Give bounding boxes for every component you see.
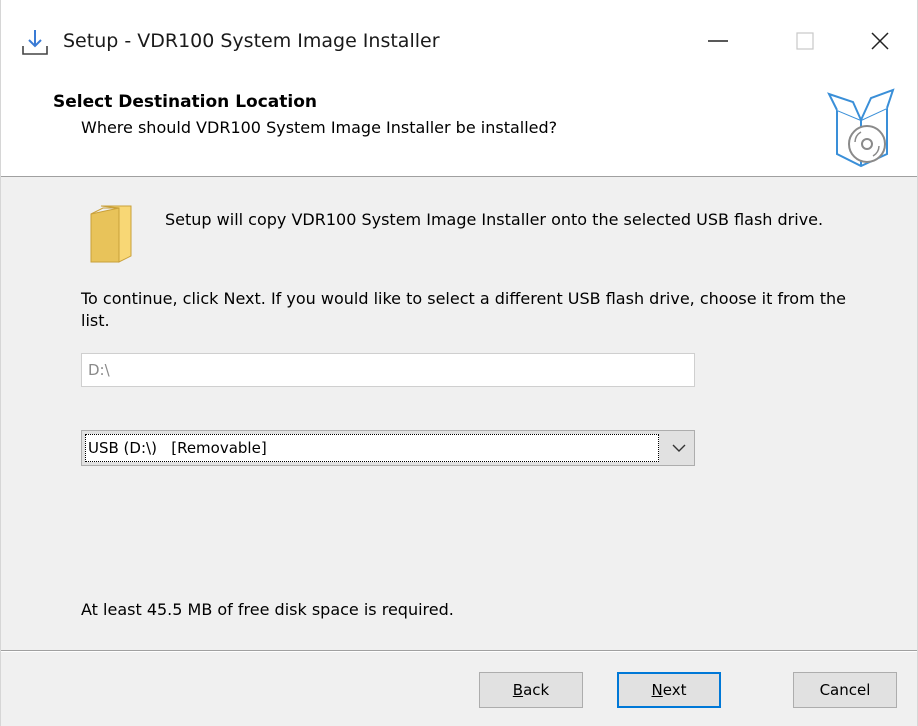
wizard-header: Select Destination Location Where should… — [1, 80, 917, 177]
close-icon[interactable] — [853, 18, 907, 64]
page-title: Select Destination Location — [53, 92, 317, 112]
drive-select-value: USB (D:\) [Removable] — [88, 439, 267, 457]
intro-text: Setup will copy VDR100 System Image Inst… — [165, 210, 824, 229]
next-accel: N — [651, 681, 663, 699]
setup-window: Setup - VDR100 System Image Installer Se… — [0, 0, 918, 726]
disk-space-text: At least 45.5 MB of free disk space is r… — [81, 600, 454, 619]
install-download-icon — [22, 30, 48, 55]
page-subtitle: Where should VDR100 System Image Install… — [81, 118, 558, 137]
back-label: ack — [523, 681, 550, 699]
minimize-icon[interactable] — [691, 18, 745, 64]
back-accel: B — [512, 681, 524, 699]
next-button[interactable]: Next — [617, 672, 721, 708]
drive-select-focus: USB (D:\) [Removable] — [85, 434, 659, 462]
next-label: ext — [662, 681, 687, 699]
instructions-text: To continue, click Next. If you would li… — [81, 289, 846, 330]
chevron-down-icon[interactable] — [672, 443, 686, 453]
back-button[interactable]: Back — [479, 672, 583, 708]
window-title: Setup - VDR100 System Image Installer — [63, 30, 440, 52]
destination-path-field[interactable]: D:\ — [81, 353, 695, 387]
title-bar[interactable]: Setup - VDR100 System Image Installer — [1, 0, 917, 80]
cancel-button[interactable]: Cancel — [793, 672, 897, 708]
folder-icon — [90, 205, 132, 263]
drive-select[interactable]: USB (D:\) [Removable] — [81, 430, 695, 466]
maximize-icon[interactable] — [777, 18, 831, 64]
footer-divider — [1, 650, 917, 652]
box-with-disc-icon — [827, 88, 895, 168]
